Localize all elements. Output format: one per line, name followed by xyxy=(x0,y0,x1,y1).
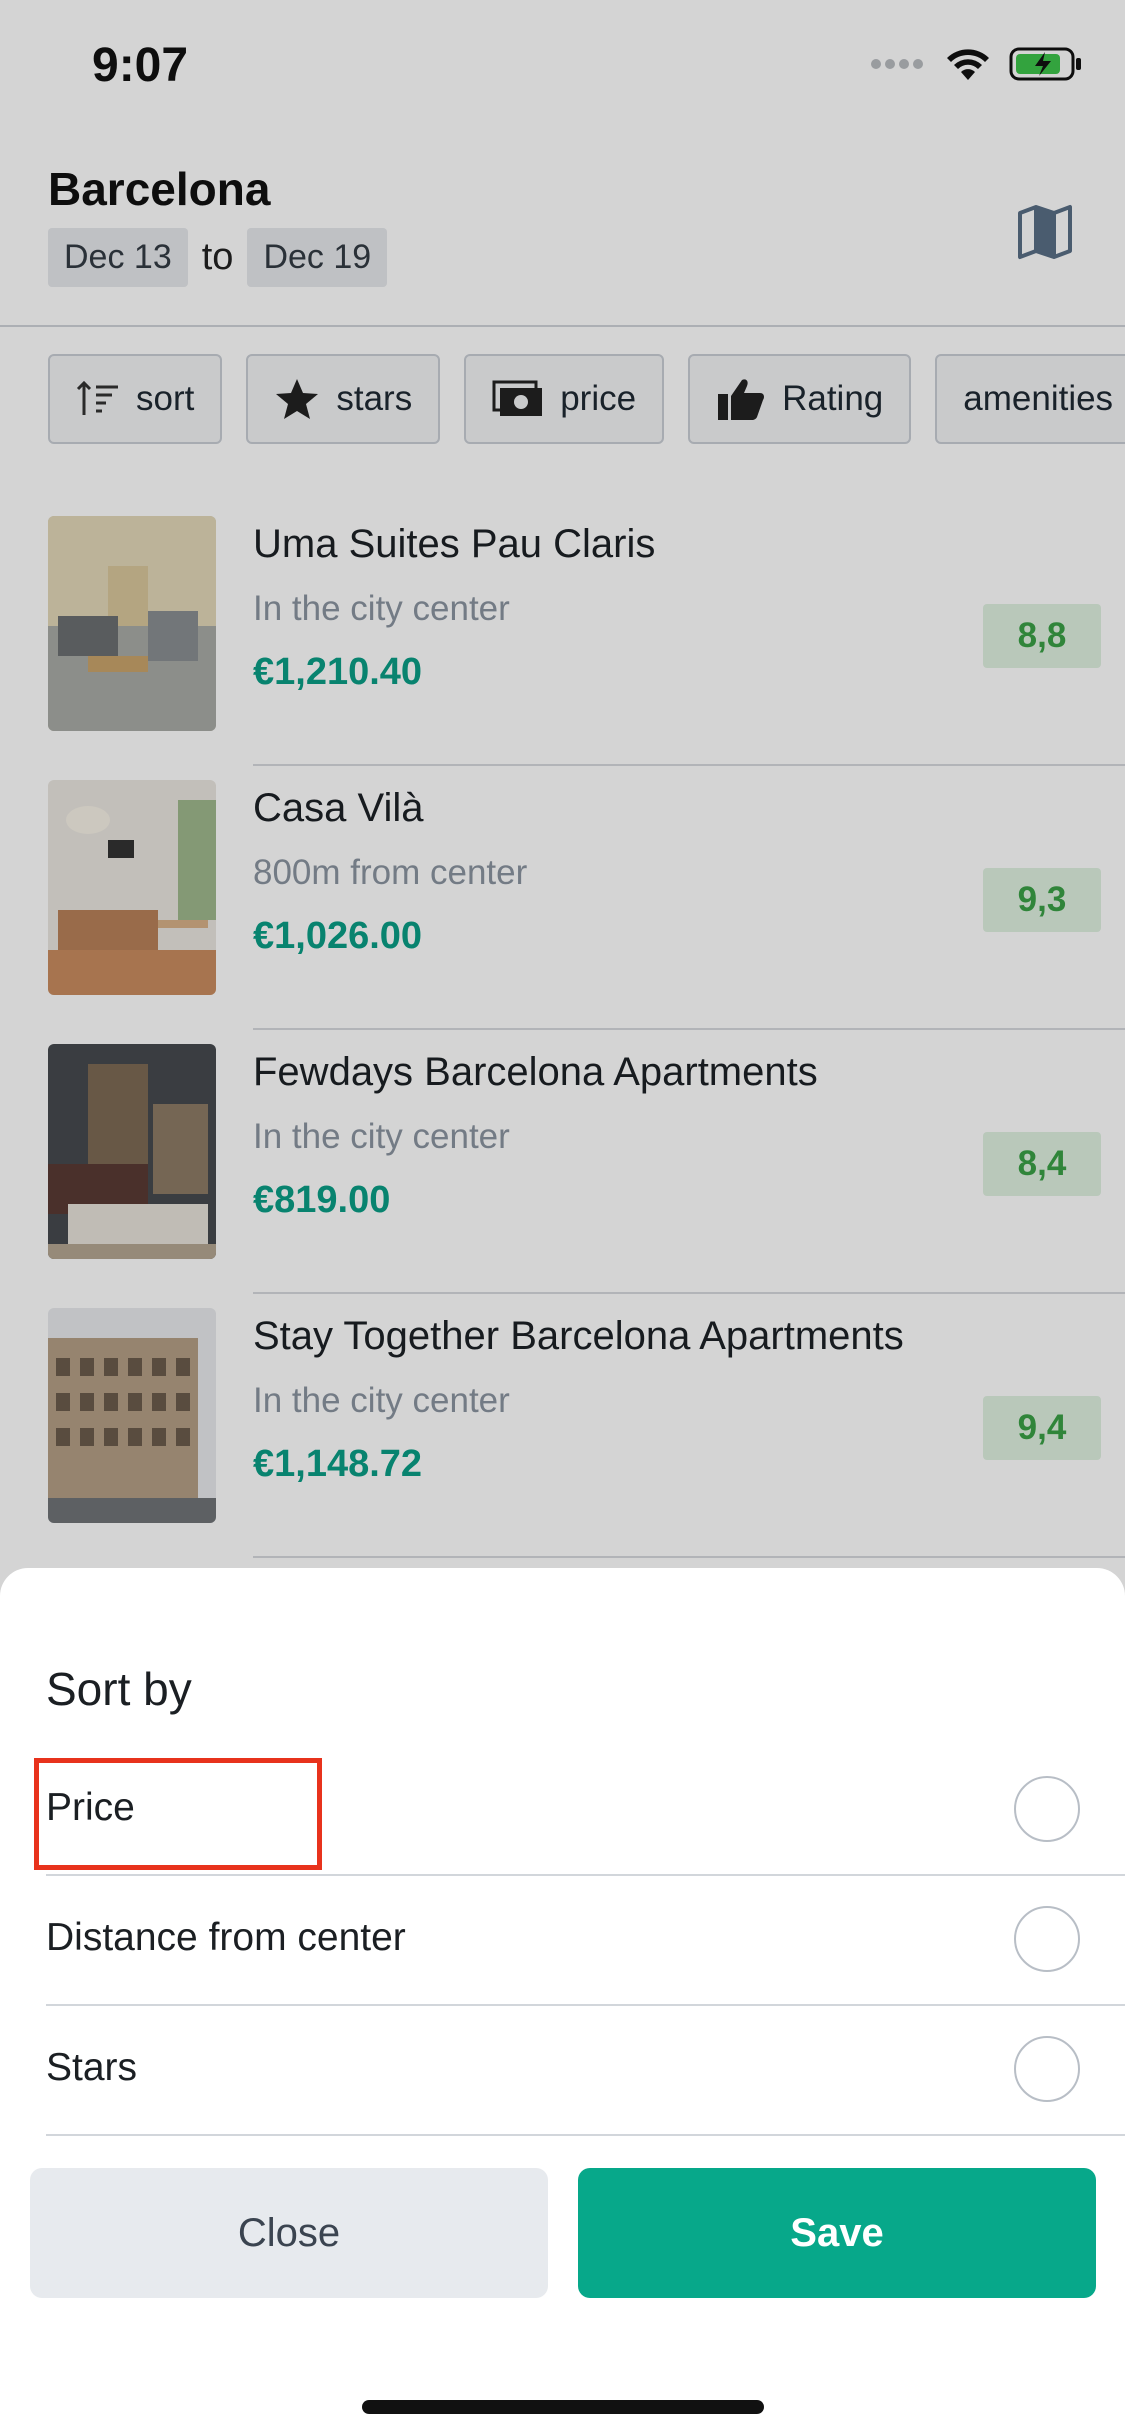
radio-button[interactable] xyxy=(1014,1906,1080,1972)
sheet-title: Sort by xyxy=(46,1663,192,1715)
app-screen: 9:07 Barcelona Dec 13 to Dec 19 sort sta… xyxy=(0,0,1125,2436)
sort-option-label: Stars xyxy=(46,2046,138,2089)
radio-button[interactable] xyxy=(1014,2036,1080,2102)
sort-option-label: Distance from center xyxy=(46,1916,406,1959)
highlight-box xyxy=(34,1758,322,1870)
sort-bottom-sheet: Sort by Price Distance from center Stars… xyxy=(0,1568,1125,2436)
home-indicator xyxy=(362,2400,764,2414)
close-button[interactable]: Close xyxy=(30,2168,548,2298)
sort-option-stars[interactable]: Stars xyxy=(46,2006,1125,2136)
save-button[interactable]: Save xyxy=(578,2168,1096,2298)
sort-option-distance[interactable]: Distance from center xyxy=(46,1876,1125,2006)
radio-button[interactable] xyxy=(1014,1776,1080,1842)
